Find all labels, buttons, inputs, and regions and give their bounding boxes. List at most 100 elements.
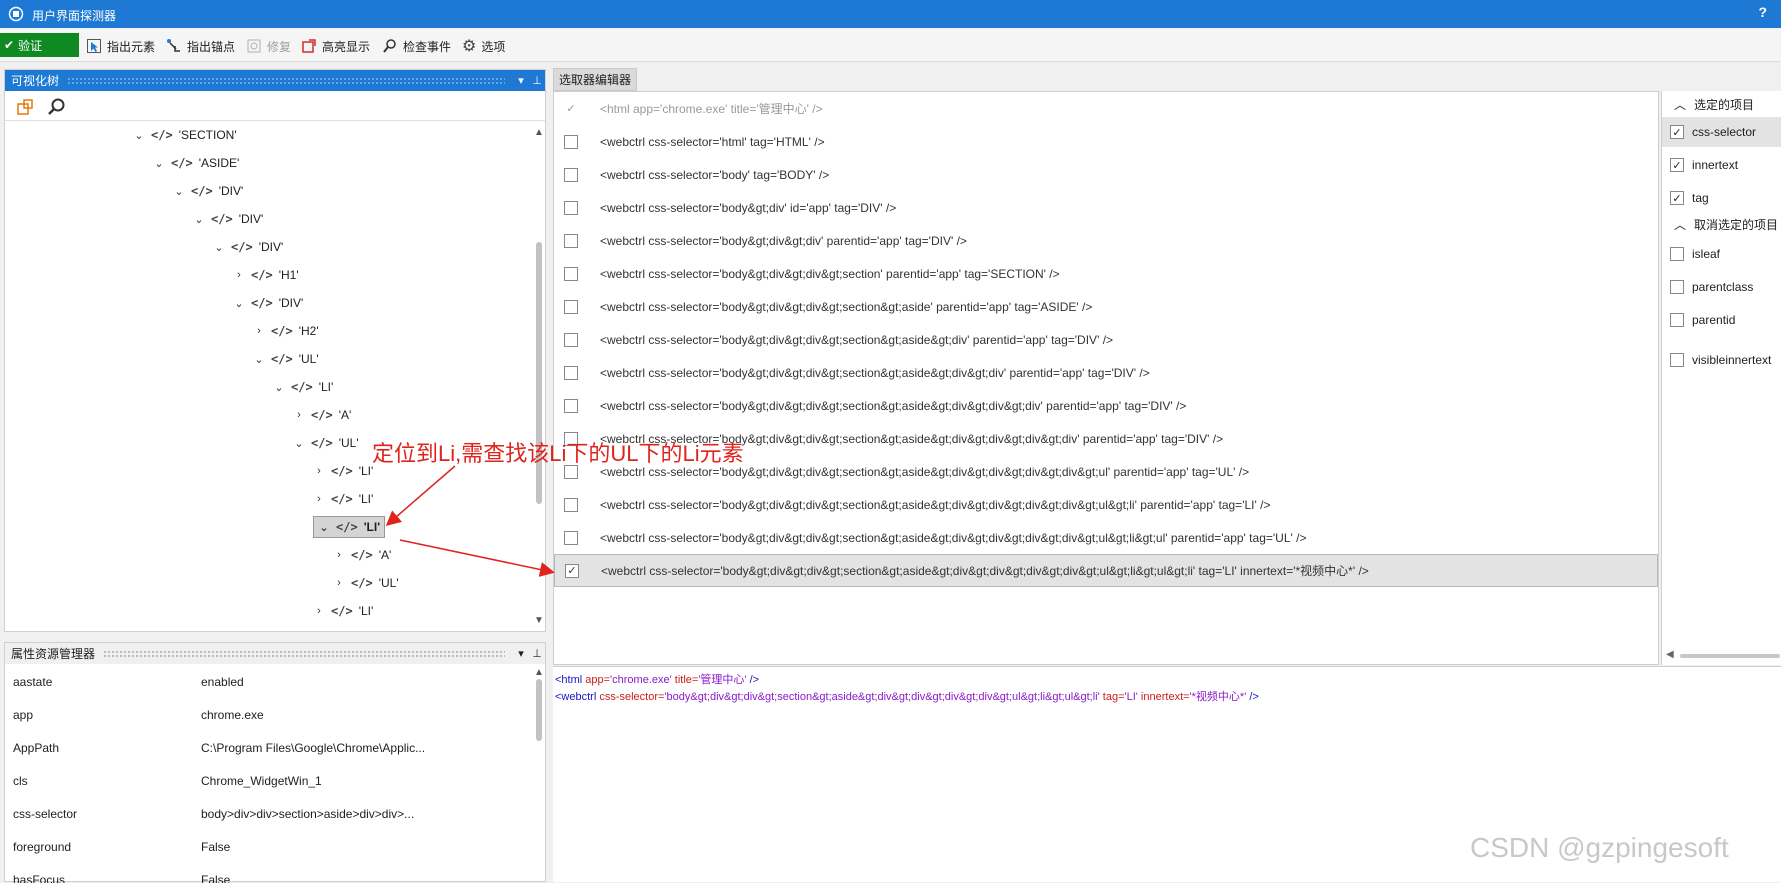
chevron-down-icon[interactable]: ⌄	[133, 129, 145, 142]
chevron-down-icon[interactable]: ⌄	[193, 213, 205, 226]
indicate-element-button[interactable]: 指出元素	[86, 35, 155, 57]
property-row[interactable]: appchrome.exe	[13, 698, 531, 731]
selector-checkbox[interactable]	[564, 300, 578, 314]
selector-checkbox[interactable]	[564, 234, 578, 248]
chevron-right-icon[interactable]: ›	[233, 269, 245, 281]
attribute-item[interactable]: ✓innertext	[1662, 150, 1781, 180]
tree-node[interactable]: ⌄</>'DIV'	[213, 236, 283, 258]
chevron-right-icon[interactable]: ›	[313, 465, 325, 477]
attribute-item[interactable]: visibleinnertext	[1662, 345, 1781, 375]
chevron-down-icon[interactable]: ⌄	[233, 297, 245, 310]
selector-checkbox[interactable]	[564, 201, 578, 215]
property-row[interactable]: css-selectorbody>div>div>section>aside>d…	[13, 797, 531, 830]
chevron-right-icon[interactable]: ›	[313, 493, 325, 505]
property-row[interactable]: aastateenabled	[13, 665, 531, 698]
search-icon[interactable]	[47, 97, 67, 117]
selector-row[interactable]: ✓<webctrl css-selector='body&gt;div&gt;d…	[554, 554, 1658, 587]
attribute-item[interactable]: ✓css-selector	[1662, 117, 1781, 147]
property-row[interactable]: clsChrome_WidgetWin_1	[13, 764, 531, 797]
selector-checkbox[interactable]	[564, 135, 578, 149]
attribute-item[interactable]: isleaf	[1662, 239, 1781, 269]
pin-icon[interactable]: ⊥	[529, 74, 545, 87]
property-scrollbar[interactable]	[536, 679, 542, 741]
selector-checkbox[interactable]	[564, 531, 578, 545]
selector-row[interactable]: <webctrl css-selector='body&gt;div&gt;di…	[554, 389, 1658, 422]
tree-node[interactable]: ⌄</>'UL'	[293, 432, 359, 454]
attribute-checkbox[interactable]	[1670, 247, 1684, 261]
indicate-anchor-button[interactable]: 指出锚点	[166, 35, 235, 57]
tree-node[interactable]: ›</>'LI'	[313, 460, 373, 482]
selector-checkbox[interactable]: ✓	[564, 102, 578, 116]
tree-node[interactable]: ⌄</>'LI'	[313, 516, 385, 538]
selector-checkbox[interactable]: ✓	[565, 564, 579, 578]
tree-node[interactable]: ⌄</>'DIV'	[233, 292, 303, 314]
tree-node[interactable]: ›</>'A'	[333, 544, 391, 566]
selector-row[interactable]: <webctrl css-selector='body&gt;div&gt;di…	[554, 290, 1658, 323]
scroll-left-icon[interactable]: ◀	[1666, 649, 1674, 660]
selector-checkbox[interactable]	[564, 399, 578, 413]
selector-row[interactable]: ✓<html app='chrome.exe' title='管理中心' />	[554, 92, 1658, 125]
selector-row[interactable]: <webctrl css-selector='body&gt;div&gt;di…	[554, 323, 1658, 356]
expand-tree-icon[interactable]	[16, 98, 34, 116]
attribute-checkbox[interactable]	[1670, 280, 1684, 294]
selector-row[interactable]: <webctrl css-selector='html' tag='HTML' …	[554, 125, 1658, 158]
property-row[interactable]: hasFocusFalse	[13, 863, 531, 883]
selector-checkbox[interactable]	[564, 333, 578, 347]
attribute-checkbox[interactable]	[1670, 353, 1684, 367]
attribute-checkbox[interactable]: ✓	[1670, 191, 1684, 205]
selector-row[interactable]: <webctrl css-selector='body&gt;div&gt;di…	[554, 356, 1658, 389]
tree-node[interactable]: ›</>'A'	[293, 404, 351, 426]
options-button[interactable]: ⚙ 选项	[462, 35, 505, 57]
dropdown-icon[interactable]: ▾	[513, 74, 529, 87]
tree-node[interactable]: ⌄</>'SECTION'	[133, 124, 237, 146]
tree-node[interactable]: ›</>'H2'	[253, 320, 319, 342]
tree-node[interactable]: ⌄</>'UL'	[253, 348, 319, 370]
tab-selector-editor[interactable]: 选取器编辑器	[553, 68, 637, 91]
chevron-down-icon[interactable]: ⌄	[213, 241, 225, 254]
tree-node[interactable]: ⌄</>'ASIDE'	[153, 152, 239, 174]
repair-button[interactable]: 修复	[246, 35, 291, 57]
attribute-checkbox[interactable]: ✓	[1670, 125, 1684, 139]
tree-node[interactable]: ›</>'LI'	[313, 600, 373, 622]
validate-button[interactable]: ✔ 验证	[0, 33, 79, 57]
chevron-down-icon[interactable]: ⌄	[153, 157, 165, 170]
scroll-up-icon[interactable]: ▲	[534, 127, 544, 138]
tree-node[interactable]: ›</>'LI'	[313, 488, 373, 510]
selector-checkbox[interactable]	[564, 498, 578, 512]
selector-checkbox[interactable]	[564, 267, 578, 281]
tree-node[interactable]: ›</>'H1'	[233, 264, 299, 286]
attribute-checkbox[interactable]: ✓	[1670, 158, 1684, 172]
dropdown-icon[interactable]: ▾	[513, 647, 529, 660]
chevron-down-icon[interactable]: ⌄	[293, 437, 305, 450]
selector-row[interactable]: <webctrl css-selector='body&gt;div&gt;di…	[554, 224, 1658, 257]
selector-row[interactable]: <webctrl css-selector='body&gt;div&gt;di…	[554, 521, 1658, 554]
highlight-button[interactable]: 高亮显示	[301, 35, 370, 57]
attribute-item[interactable]: parentid	[1662, 305, 1781, 335]
tree-node[interactable]: ⌄</>'DIV'	[193, 208, 263, 230]
chevron-down-icon[interactable]: ⌄	[318, 521, 330, 534]
chevron-right-icon[interactable]: ›	[333, 577, 345, 589]
chevron-right-icon[interactable]: ›	[333, 549, 345, 561]
chevron-right-icon[interactable]: ›	[253, 325, 265, 337]
chevron-down-icon[interactable]: ⌄	[173, 185, 185, 198]
pin-icon[interactable]: ⊥	[529, 647, 545, 660]
attribute-item[interactable]: ✓tag	[1662, 183, 1781, 213]
property-row[interactable]: AppPathC:\Program Files\Google\Chrome\Ap…	[13, 731, 531, 764]
attribute-hscrollbar[interactable]	[1680, 654, 1780, 658]
selector-row[interactable]: <webctrl css-selector='body&gt;div' id='…	[554, 191, 1658, 224]
property-row[interactable]: foregroundFalse	[13, 830, 531, 863]
scroll-down-icon[interactable]: ▼	[534, 615, 544, 626]
selector-checkbox[interactable]	[564, 366, 578, 380]
scroll-up-icon[interactable]: ▲	[534, 667, 544, 678]
chevron-down-icon[interactable]: ⌄	[253, 353, 265, 366]
chevron-right-icon[interactable]: ›	[293, 409, 305, 421]
selector-checkbox[interactable]	[564, 168, 578, 182]
selector-row[interactable]: <webctrl css-selector='body&gt;div&gt;di…	[554, 488, 1658, 521]
inspect-events-button[interactable]: 检查事件	[382, 35, 451, 57]
help-button[interactable]: ?	[1758, 4, 1767, 20]
chevron-right-icon[interactable]: ›	[313, 605, 325, 617]
tree-node[interactable]: ›</>'UL'	[333, 572, 399, 594]
selector-row[interactable]: <webctrl css-selector='body&gt;div&gt;di…	[554, 257, 1658, 290]
selected-items-group[interactable]: ︿ 选定的项目	[1662, 91, 1781, 117]
attribute-item[interactable]: parentclass	[1662, 272, 1781, 302]
